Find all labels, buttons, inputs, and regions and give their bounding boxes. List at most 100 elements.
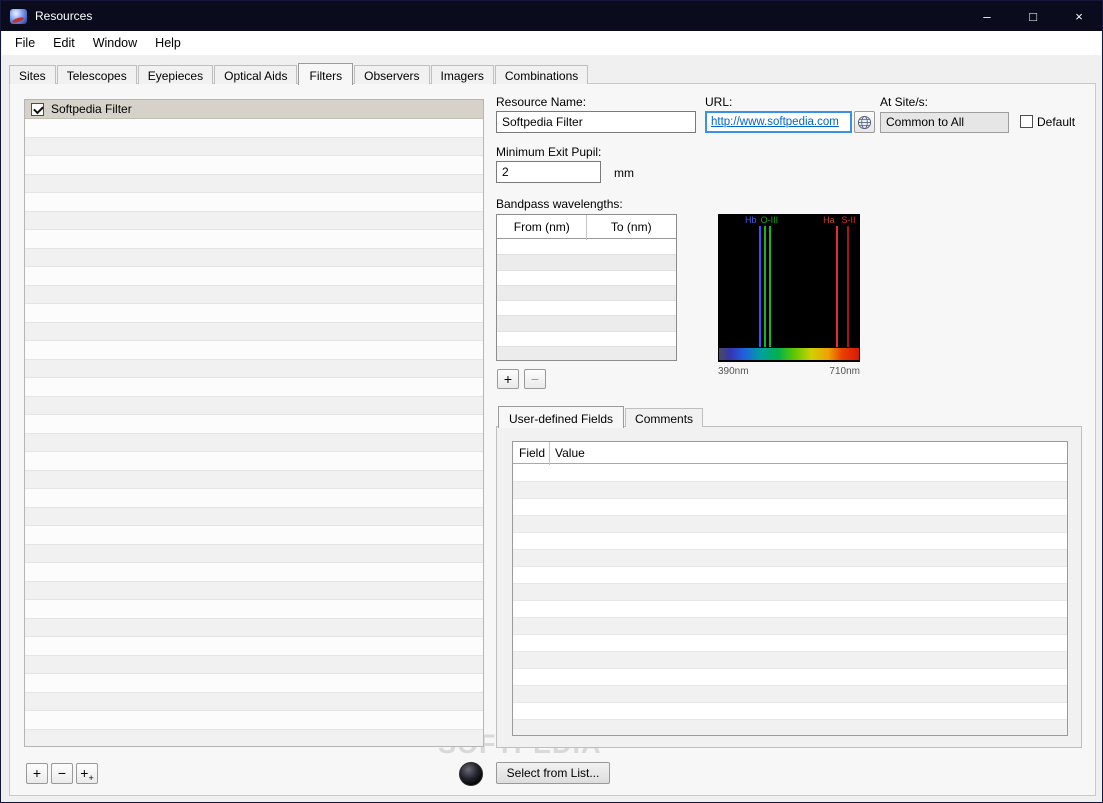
bandpass-empty-rows [497, 240, 676, 360]
empty-row [25, 507, 483, 526]
default-checkbox[interactable] [1020, 115, 1033, 128]
spectrum-emission-line [835, 226, 838, 347]
tab-imagers[interactable]: Imagers [430, 65, 494, 84]
spectrum-line-label: O-III [760, 215, 779, 225]
empty-row [25, 655, 483, 674]
empty-row [25, 341, 483, 360]
window-controls: – □ × [964, 1, 1102, 31]
resource-name-value: Softpedia Filter [502, 115, 583, 129]
menu-file[interactable]: File [6, 32, 44, 54]
app-icon [10, 8, 27, 24]
empty-row [25, 119, 483, 138]
at-sites-select[interactable]: Common to All [880, 112, 1009, 133]
tab-observers[interactable]: Observers [354, 65, 430, 84]
menu-window[interactable]: Window [84, 32, 146, 54]
minimize-icon: – [983, 8, 991, 24]
detail-tabs: User-defined Fields Comments [498, 405, 704, 428]
empty-row [497, 346, 676, 360]
bandpass-col-from: From (nm) [513, 220, 570, 234]
empty-row [25, 526, 483, 545]
minus-icon: − [57, 765, 67, 781]
globe-icon [857, 115, 872, 129]
empty-row [497, 270, 676, 286]
spectrum-line-label: Ha [823, 215, 835, 225]
tab-telescopes[interactable]: Telescopes [56, 65, 137, 84]
title-bar[interactable]: Resources – □ × [1, 1, 1102, 31]
empty-row [25, 674, 483, 693]
empty-row [25, 156, 483, 175]
resource-name-input[interactable]: Softpedia Filter [496, 111, 696, 133]
filter-list-empty-rows [25, 119, 483, 746]
minimize-button[interactable]: – [964, 1, 1010, 31]
min-exit-pupil-input[interactable]: 2 [496, 161, 601, 183]
empty-row [497, 240, 676, 256]
remove-filter-button[interactable]: − [51, 763, 73, 784]
window-title: Resources [35, 9, 93, 23]
duplicate-filter-button[interactable]: ++ [76, 763, 98, 784]
close-button[interactable]: × [1056, 1, 1102, 31]
empty-row [25, 359, 483, 378]
empty-row [25, 415, 483, 434]
empty-row [25, 285, 483, 304]
empty-row [513, 618, 1067, 635]
tab-sites[interactable]: Sites [9, 65, 56, 84]
min-exit-pupil-unit: mm [614, 166, 634, 180]
filter-list: Softpedia Filter [24, 99, 484, 747]
list-item-label: Softpedia Filter [51, 102, 132, 116]
empty-row [25, 544, 483, 563]
empty-row [513, 635, 1067, 652]
empty-row [25, 174, 483, 193]
tab-user-defined-fields[interactable]: User-defined Fields [498, 406, 625, 428]
at-sites-label: At Site/s: [880, 95, 929, 109]
tab-optical-aids[interactable]: Optical Aids [214, 65, 298, 84]
empty-row [497, 331, 676, 347]
select-from-list-button[interactable]: Select from List... [496, 762, 610, 784]
empty-row [513, 567, 1067, 584]
spectrum-emission-line [759, 226, 762, 347]
bandpass-col-to: To (nm) [610, 220, 652, 234]
filter-enabled-checkbox[interactable] [31, 102, 44, 116]
select-from-list-label: Select from List... [506, 766, 600, 780]
empty-row [25, 470, 483, 489]
empty-row [513, 550, 1067, 567]
empty-row [513, 516, 1067, 533]
celestial-sphere-button[interactable] [459, 762, 483, 786]
menu-edit[interactable]: Edit [44, 32, 84, 54]
fields-empty-rows [513, 465, 1067, 735]
open-url-button[interactable] [854, 111, 875, 133]
add-bandpass-button[interactable]: + [497, 369, 519, 389]
empty-row [25, 396, 483, 415]
url-value[interactable]: http://www.softpedia.com [711, 116, 839, 128]
remove-bandpass-button[interactable]: − [524, 369, 546, 389]
plus-icon: + [32, 765, 42, 781]
resources-window: { "window": { "title": "Resources", "min… [0, 0, 1103, 803]
user-defined-fields-panel: Field Value [496, 426, 1082, 748]
filters-panel: SOFTPEDIA™ Softpedia Filter + − ++ Resou… [9, 83, 1096, 796]
fields-col-field: Field [519, 446, 546, 460]
spectrum-preview: Hb O-III Ha S-II [718, 214, 860, 362]
empty-row [513, 652, 1067, 669]
empty-row [25, 452, 483, 471]
resource-name-label: Resource Name: [496, 95, 587, 109]
tab-comments[interactable]: Comments [625, 408, 704, 427]
spectrum-line-label: S-II [841, 215, 856, 225]
resource-type-tabs: Sites Telescopes Eyepieces Optical Aids … [9, 62, 589, 85]
maximize-button[interactable]: □ [1010, 1, 1056, 31]
empty-row [513, 720, 1067, 735]
url-input[interactable]: http://www.softpedia.com [705, 111, 852, 133]
empty-row [25, 729, 483, 746]
empty-row [513, 584, 1067, 601]
spectrum-line-label: Hb [744, 215, 757, 225]
empty-row [25, 711, 483, 730]
spectrum-emission-line [764, 226, 767, 347]
at-sites-value: Common to All [886, 115, 965, 129]
tab-filters[interactable]: Filters [298, 63, 354, 85]
add-filter-button[interactable]: + [26, 763, 48, 784]
tab-eyepieces[interactable]: Eyepieces [137, 65, 214, 84]
min-exit-pupil-value: 2 [502, 165, 509, 179]
tab-combinations[interactable]: Combinations [494, 65, 589, 84]
menu-help[interactable]: Help [146, 32, 190, 54]
bandpass-label: Bandpass wavelengths: [496, 197, 623, 211]
list-item-softpedia-filter[interactable]: Softpedia Filter [25, 100, 483, 119]
empty-row [497, 301, 676, 317]
